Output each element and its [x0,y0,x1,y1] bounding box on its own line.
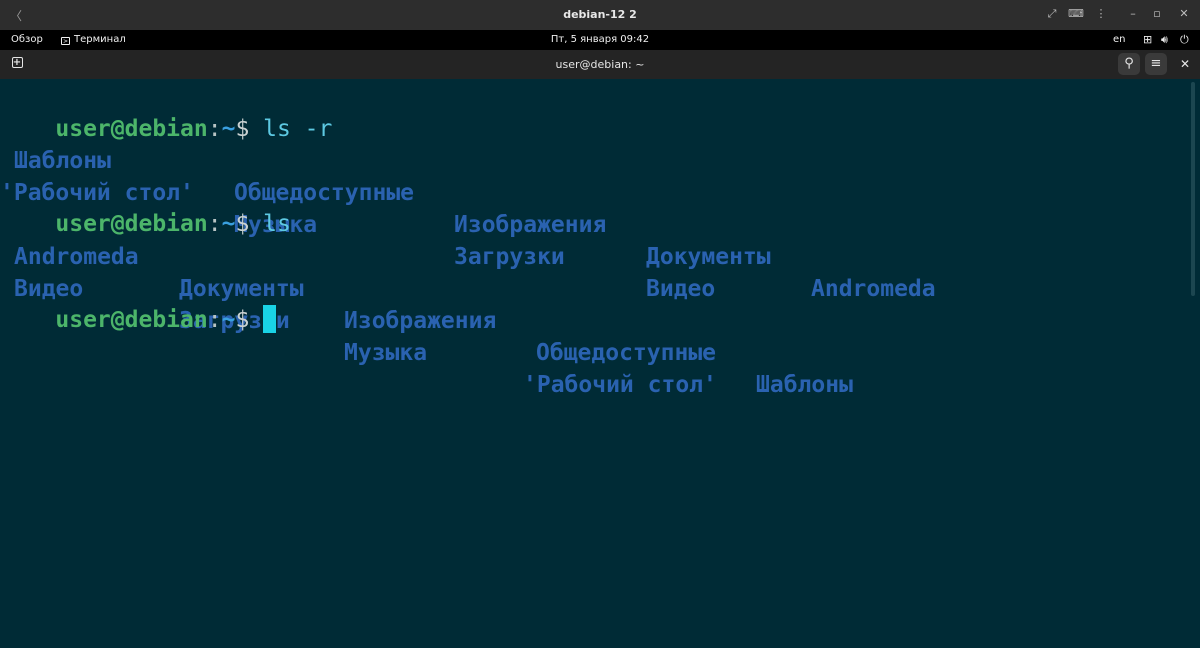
directory-entry: Общедоступные [536,340,717,366]
output-row: Шаблоны Общедоступные Изображения Докуме… [0,113,1200,302]
terminal-header-bar: + user@debian: ~ ⚲ ≡ ✕ [0,50,1200,79]
search-button[interactable]: ⚲ [1118,53,1140,75]
directory-entry: Музыка [344,340,428,366]
output-row: Видео Загрузки Музыка 'Рабочий стол' [0,241,1200,398]
power-icon[interactable]: ⏻ [1180,33,1189,47]
prompt-colon: : [207,307,222,333]
prompt-user: user@debian [55,307,208,333]
restore-icon[interactable]: ▫ [1149,7,1165,20]
input-language-indicator[interactable]: en [1113,34,1126,45]
network-icon[interactable]: ⊞ [1143,33,1152,46]
directory-entry: Изображения [344,308,497,334]
directory-entry: 'Рабочий стол' [523,372,717,398]
text-cursor [263,305,277,333]
menu-dots-icon[interactable]: ⋮ [1093,7,1109,20]
vm-title: debian-12 2 [563,8,637,21]
prompt-line: user@debian:~$ [0,272,277,333]
menu-button[interactable]: ≡ [1145,53,1167,75]
vm-title-bar: 〈 debian-12 2 ⤢ ⌨ ⋮ – ▫ ✕ [0,0,1200,30]
close-icon[interactable]: ✕ [1176,7,1192,20]
hamburger-icon: ≡ [1150,56,1162,71]
prompt-path: ~ [221,307,236,333]
minimize-icon[interactable]: – [1125,7,1141,20]
terminal-title: user@debian: ~ [555,58,645,71]
gnome-top-panel: Обзор > Терминал Пт, 5 января 09:42 en ⊞ … [0,30,1200,50]
close-window-button[interactable]: ✕ [1174,53,1196,75]
fullscreen-icon[interactable]: ⤢ [1044,7,1060,21]
output-row: 'Рабочий стол' Музыка Загрузки Видео [0,145,1200,302]
directory-entry: Andromeda [811,276,936,302]
close-icon: ✕ [1179,57,1191,71]
output-row: Andromeda Документы Изображения Общедост… [0,209,1200,398]
clock[interactable]: Пт, 5 января 09:42 [0,34,1200,45]
directory-entry: Шаблоны [756,372,853,398]
terminal-output[interactable]: user@debian:~$ ls -r Шаблоны Общедоступн… [0,80,1200,648]
search-icon: ⚲ [1124,56,1134,71]
volume-icon[interactable]: 🔊︎ [1161,33,1168,47]
prompt-line: user@debian:~$ ls -r [0,81,332,142]
prompt-dollar: $ [235,307,250,333]
terminal-scrollbar[interactable] [1191,82,1195,296]
directory-entry: Видео [646,276,716,302]
keyboard-icon[interactable]: ⌨ [1068,7,1084,20]
prompt-line: user@debian:~$ ls [0,176,290,237]
